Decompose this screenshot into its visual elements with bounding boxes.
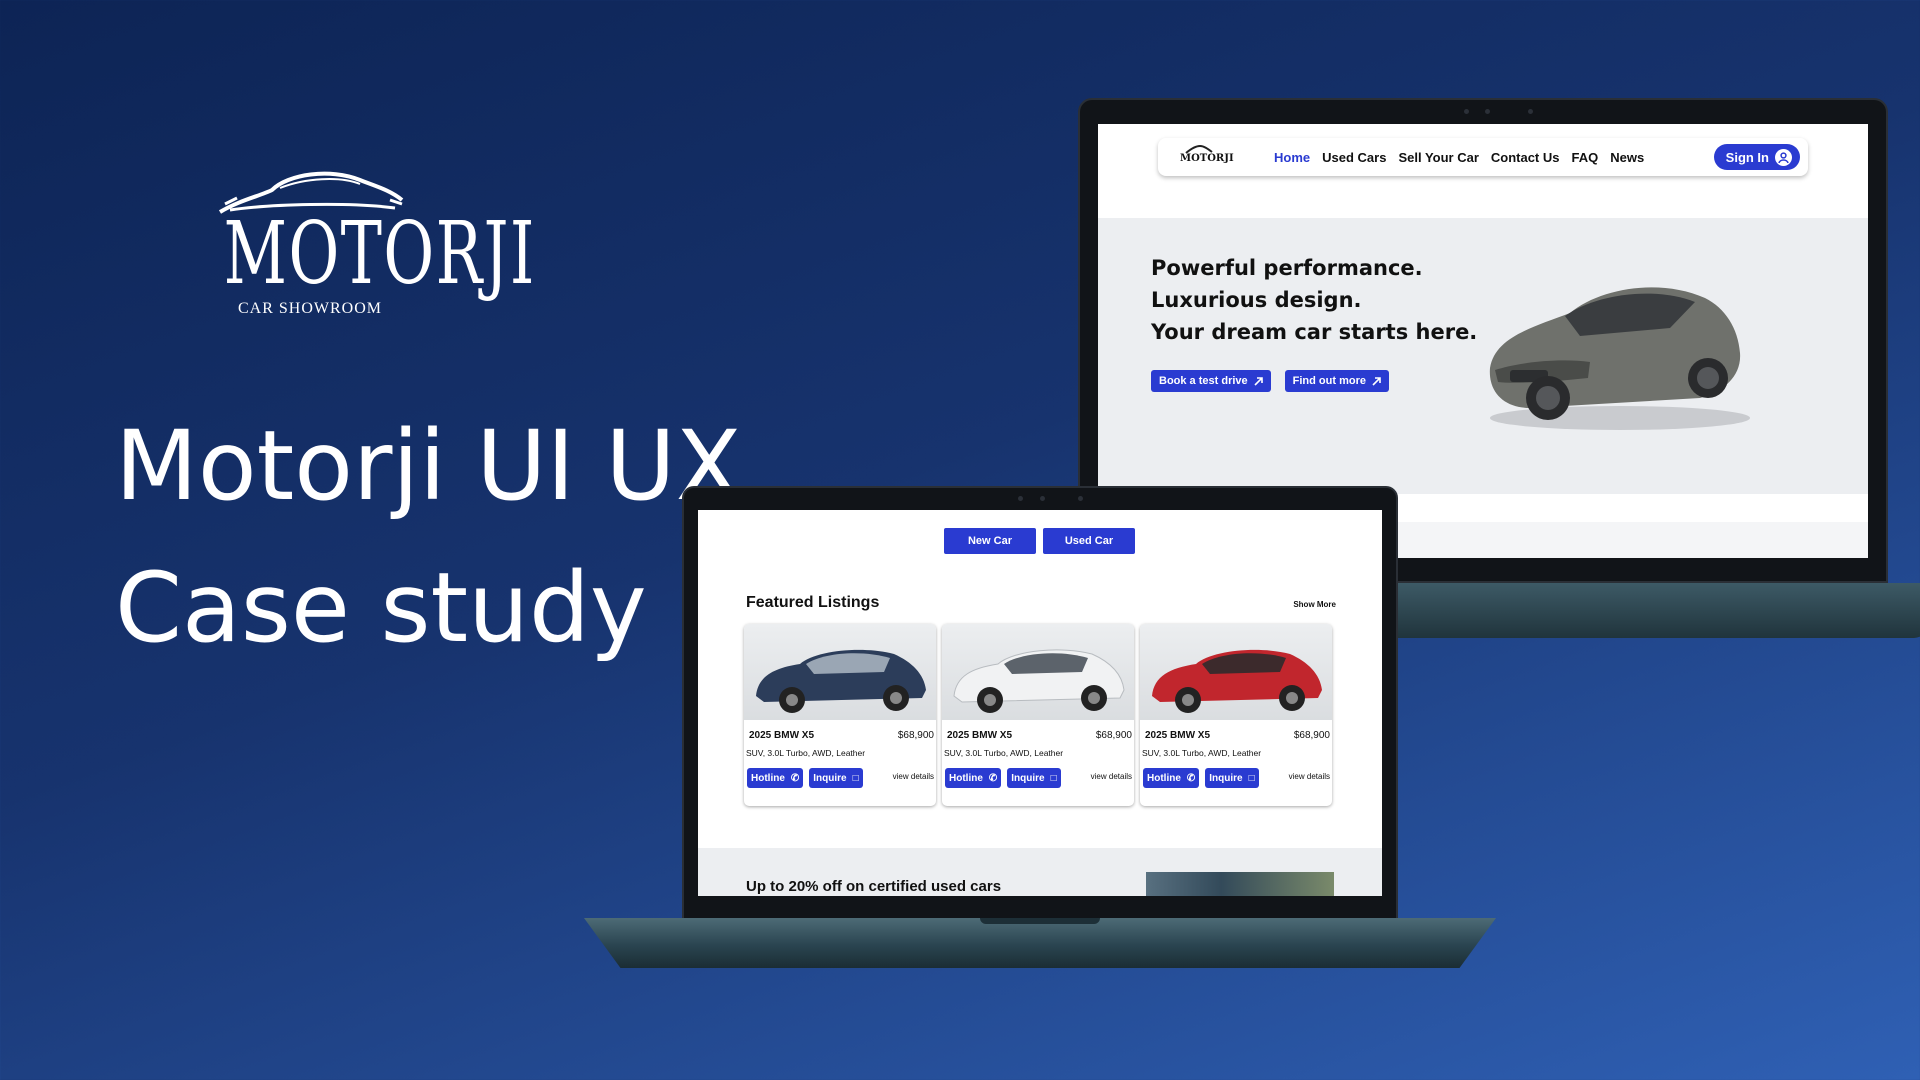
- camera-icon: [1528, 109, 1533, 114]
- listing-actions: Hotline ✆ Inquire □: [1143, 768, 1259, 788]
- brand-wordmark: MOTORJI: [223, 204, 536, 304]
- car-image: [1140, 624, 1332, 720]
- view-details-link[interactable]: view details: [1289, 772, 1330, 781]
- laptop-front: New Car Used Car Featured Listings Show …: [584, 486, 1496, 970]
- hotline-label: Hotline: [1147, 772, 1181, 784]
- hotline-label: Hotline: [751, 772, 785, 784]
- inquire-button[interactable]: Inquire □: [809, 768, 863, 788]
- nav-home[interactable]: Home: [1274, 150, 1310, 165]
- laptop-front-bezel: New Car Used Car Featured Listings Show …: [682, 486, 1398, 920]
- hero-car-image: [1489, 287, 1750, 430]
- listing-card[interactable]: 2025 BMW X5 $68,900 SUV, 3.0L Turbo, AWD…: [744, 624, 936, 806]
- new-car-tab[interactable]: New Car: [944, 528, 1036, 554]
- inquire-label: Inquire: [1209, 772, 1243, 784]
- listing-spec: SUV, 3.0L Turbo, AWD, Leather: [944, 748, 1064, 758]
- listing-card[interactable]: 2025 BMW X5 $68,900 SUV, 3.0L Turbo, AWD…: [942, 624, 1134, 806]
- laptop-front-base: [584, 918, 1496, 968]
- site-logo[interactable]: MOTORJI: [1180, 144, 1234, 170]
- listing-price: $68,900: [1095, 730, 1132, 741]
- car-image: [744, 624, 936, 720]
- brand-logo: MOTORJI CAR SHOWROOM: [190, 160, 536, 318]
- hero-heading: Powerful performance. Luxurious design. …: [1151, 252, 1477, 348]
- site-nav: MOTORJI Home Used Cars Sell Your Car Con…: [1158, 138, 1808, 176]
- view-details-link[interactable]: view details: [1091, 772, 1132, 781]
- listing-actions: Hotline ✆ Inquire □: [945, 768, 1061, 788]
- camera-icon: [1078, 496, 1083, 501]
- used-car-tab[interactable]: Used Car: [1043, 528, 1135, 554]
- listing-title: 2025 BMW X5: [1145, 730, 1211, 741]
- listing-spec: SUV, 3.0L Turbo, AWD, Leather: [746, 748, 866, 758]
- hotline-button[interactable]: Hotline ✆: [747, 768, 804, 788]
- phone-icon: ✆: [988, 772, 998, 784]
- featured-listings-title: Featured Listings: [746, 594, 880, 611]
- site-logo-text: MOTORJI: [1180, 153, 1234, 164]
- camera-icon: [1485, 109, 1490, 114]
- nav-links: Home Used Cars Sell Your Car Contact Us …: [1274, 150, 1644, 165]
- hero-section: Powerful performance. Luxurious design. …: [1098, 218, 1868, 494]
- user-icon: [1775, 148, 1792, 166]
- nav-sell-your-car[interactable]: Sell Your Car: [1398, 150, 1478, 165]
- car-type-toggle: New Car Used Car: [944, 528, 1135, 554]
- book-test-drive-button[interactable]: Book a test drive: [1151, 370, 1271, 392]
- chat-icon: □: [1050, 772, 1057, 784]
- hotline-label: Hotline: [949, 772, 983, 784]
- camera-icon: [1464, 109, 1469, 114]
- camera-icon: [1040, 496, 1045, 501]
- car-image: [942, 624, 1134, 720]
- listing-card[interactable]: 2025 BMW X5 $68,900 SUV, 3.0L Turbo, AWD…: [1140, 624, 1332, 806]
- hotline-button[interactable]: Hotline ✆: [945, 768, 1002, 788]
- promo-section: Up to 20% off on certified used cars: [698, 848, 1382, 896]
- listing-price: $68,900: [897, 730, 934, 741]
- find-out-more-button[interactable]: Find out more: [1284, 370, 1389, 392]
- inquire-label: Inquire: [813, 772, 847, 784]
- find-out-more-label: Find out more: [1292, 375, 1366, 387]
- nav-faq[interactable]: FAQ: [1572, 150, 1599, 165]
- nav-news[interactable]: News: [1610, 150, 1644, 165]
- nav-contact-us[interactable]: Contact Us: [1491, 150, 1560, 165]
- hero-line-3: Your dream car starts here.: [1151, 320, 1478, 344]
- phone-icon: ✆: [1186, 772, 1196, 784]
- arrow-up-right-icon: [1372, 376, 1381, 386]
- hero-line-2: Luxurious design.: [1151, 288, 1362, 312]
- listing-actions: Hotline ✆ Inquire □: [747, 768, 863, 788]
- inquire-button[interactable]: Inquire □: [1205, 768, 1259, 788]
- listings-screen: New Car Used Car Featured Listings Show …: [698, 510, 1382, 896]
- show-more-link[interactable]: Show More: [1293, 600, 1336, 609]
- hotline-button[interactable]: Hotline ✆: [1143, 768, 1200, 788]
- nav-used-cars[interactable]: Used Cars: [1322, 150, 1386, 165]
- sign-in-label: Sign In: [1725, 149, 1769, 165]
- listing-price: $68,900: [1293, 730, 1330, 741]
- chat-icon: □: [852, 772, 859, 784]
- listing-title: 2025 BMW X5: [947, 730, 1013, 741]
- listing-cards: 2025 BMW X5 $68,900 SUV, 3.0L Turbo, AWD…: [744, 624, 1332, 806]
- book-test-drive-label: Book a test drive: [1159, 375, 1248, 387]
- inquire-label: Inquire: [1011, 772, 1045, 784]
- laptop-front-notch: [980, 918, 1100, 924]
- promo-image: [1146, 872, 1334, 896]
- promo-text: Up to 20% off on certified used cars: [746, 878, 1002, 895]
- camera-icon: [1018, 496, 1023, 501]
- hero-line-1: Powerful performance.: [1151, 256, 1423, 280]
- phone-icon: ✆: [790, 772, 800, 784]
- view-details-link[interactable]: view details: [893, 772, 934, 781]
- hero-buttons: Book a test drive Find out more: [1151, 370, 1389, 392]
- listing-spec: SUV, 3.0L Turbo, AWD, Leather: [1142, 748, 1262, 758]
- arrow-up-right-icon: [1254, 376, 1263, 386]
- chat-icon: □: [1248, 772, 1255, 784]
- listing-title: 2025 BMW X5: [749, 730, 815, 741]
- inquire-button[interactable]: Inquire □: [1007, 768, 1061, 788]
- sign-in-button[interactable]: Sign In: [1713, 144, 1800, 170]
